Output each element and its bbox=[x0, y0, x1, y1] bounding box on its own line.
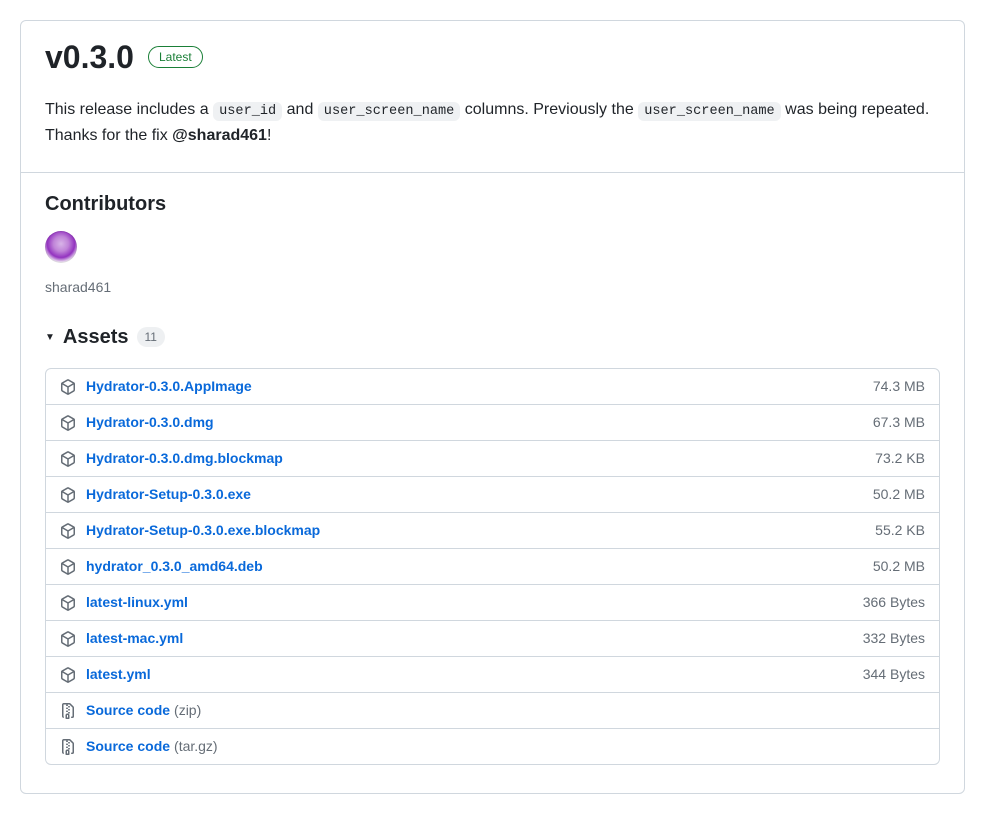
asset-name: latest-linux.yml bbox=[86, 592, 853, 613]
contributors-section: Contributors sharad461 ▼ Assets 11 Hydra… bbox=[21, 173, 964, 793]
desc-text: This release includes a bbox=[45, 101, 213, 118]
release-title-row: v0.3.0 Latest bbox=[45, 37, 940, 77]
asset-type-label: (tar.gz) bbox=[174, 738, 218, 754]
asset-name: latest.yml bbox=[86, 664, 853, 685]
asset-row: latest-mac.yml 332 Bytes bbox=[46, 620, 939, 656]
asset-row: Hydrator-Setup-0.3.0.exe 50.2 MB bbox=[46, 476, 939, 512]
asset-row: Source code(tar.gz) bbox=[46, 728, 939, 764]
asset-name: Hydrator-0.3.0.AppImage bbox=[86, 376, 863, 397]
contributor-name: sharad461 bbox=[45, 277, 940, 298]
asset-name: Hydrator-0.3.0.dmg.blockmap bbox=[86, 448, 865, 469]
asset-row: latest.yml 344 Bytes bbox=[46, 656, 939, 692]
asset-name: Source code(tar.gz) bbox=[86, 736, 915, 757]
release-header: v0.3.0 Latest This release includes a us… bbox=[21, 21, 964, 172]
desc-text: and bbox=[282, 101, 318, 118]
avatar bbox=[45, 231, 77, 263]
latest-badge: Latest bbox=[148, 46, 203, 68]
asset-size: 332 Bytes bbox=[863, 628, 925, 649]
asset-name: Hydrator-Setup-0.3.0.exe.blockmap bbox=[86, 520, 865, 541]
desc-code: user_screen_name bbox=[318, 102, 461, 121]
asset-size: 67.3 MB bbox=[873, 412, 925, 433]
asset-size: 344 Bytes bbox=[863, 664, 925, 685]
desc-text: columns. Previously the bbox=[460, 101, 638, 118]
asset-name: latest-mac.yml bbox=[86, 628, 853, 649]
asset-row: Hydrator-0.3.0.AppImage 74.3 MB bbox=[46, 369, 939, 404]
contributor-avatar-link[interactable] bbox=[45, 258, 77, 274]
asset-size: 50.2 MB bbox=[873, 484, 925, 505]
asset-name: Hydrator-0.3.0.dmg bbox=[86, 412, 863, 433]
package-icon bbox=[60, 523, 76, 539]
asset-download-link[interactable]: Hydrator-Setup-0.3.0.exe.blockmap bbox=[86, 522, 320, 538]
asset-download-link[interactable]: Source code bbox=[86, 702, 170, 718]
package-icon bbox=[60, 559, 76, 575]
asset-download-link[interactable]: Source code bbox=[86, 738, 170, 754]
asset-size: 55.2 KB bbox=[875, 520, 925, 541]
package-icon bbox=[60, 487, 76, 503]
package-icon bbox=[60, 595, 76, 611]
asset-row: Hydrator-0.3.0.dmg.blockmap 73.2 KB bbox=[46, 440, 939, 476]
contributors-heading: Contributors bbox=[45, 189, 940, 219]
assets-label: Assets bbox=[63, 322, 129, 352]
asset-download-link[interactable]: latest-linux.yml bbox=[86, 594, 188, 610]
user-mention-link[interactable]: @sharad461 bbox=[172, 127, 267, 144]
asset-name: hydrator_0.3.0_amd64.deb bbox=[86, 556, 863, 577]
desc-code: user_id bbox=[213, 102, 282, 121]
caret-down-icon: ▼ bbox=[45, 330, 55, 345]
package-icon bbox=[60, 379, 76, 395]
package-icon bbox=[60, 631, 76, 647]
asset-download-link[interactable]: Hydrator-0.3.0.dmg.blockmap bbox=[86, 450, 283, 466]
assets-list: Hydrator-0.3.0.AppImage74.3 MBHydrator-0… bbox=[45, 368, 940, 765]
asset-row: hydrator_0.3.0_amd64.deb 50.2 MB bbox=[46, 548, 939, 584]
release-card: v0.3.0 Latest This release includes a us… bbox=[20, 20, 965, 794]
file-zip-icon bbox=[60, 739, 76, 755]
assets-toggle[interactable]: ▼ Assets 11 bbox=[45, 318, 940, 356]
package-icon bbox=[60, 415, 76, 431]
release-title: v0.3.0 bbox=[45, 37, 134, 77]
desc-text: ! bbox=[267, 127, 271, 144]
asset-row: Hydrator-Setup-0.3.0.exe.blockmap 55.2 KB bbox=[46, 512, 939, 548]
asset-name: Source code(zip) bbox=[86, 700, 915, 721]
asset-type-label: (zip) bbox=[174, 702, 201, 718]
desc-code: user_screen_name bbox=[638, 102, 781, 121]
asset-size: 73.2 KB bbox=[875, 448, 925, 469]
package-icon bbox=[60, 451, 76, 467]
asset-row: Source code(zip) bbox=[46, 692, 939, 728]
asset-size: 366 Bytes bbox=[863, 592, 925, 613]
package-icon bbox=[60, 667, 76, 683]
asset-download-link[interactable]: Hydrator-0.3.0.AppImage bbox=[86, 378, 252, 394]
asset-size: 74.3 MB bbox=[873, 376, 925, 397]
asset-download-link[interactable]: latest.yml bbox=[86, 666, 151, 682]
release-description: This release includes a user_id and user… bbox=[45, 97, 940, 148]
asset-download-link[interactable]: hydrator_0.3.0_amd64.deb bbox=[86, 558, 263, 574]
assets-count-badge: 11 bbox=[137, 327, 165, 347]
asset-row: Hydrator-0.3.0.dmg 67.3 MB bbox=[46, 404, 939, 440]
asset-name: Hydrator-Setup-0.3.0.exe bbox=[86, 484, 863, 505]
file-zip-icon bbox=[60, 703, 76, 719]
asset-row: latest-linux.yml 366 Bytes bbox=[46, 584, 939, 620]
asset-download-link[interactable]: Hydrator-0.3.0.dmg bbox=[86, 414, 214, 430]
asset-size: 50.2 MB bbox=[873, 556, 925, 577]
assets-section: ▼ Assets 11 Hydrator-0.3.0.AppImage 74.3 … bbox=[45, 318, 940, 785]
asset-download-link[interactable]: latest-mac.yml bbox=[86, 630, 183, 646]
asset-download-link[interactable]: Hydrator-Setup-0.3.0.exe bbox=[86, 486, 251, 502]
